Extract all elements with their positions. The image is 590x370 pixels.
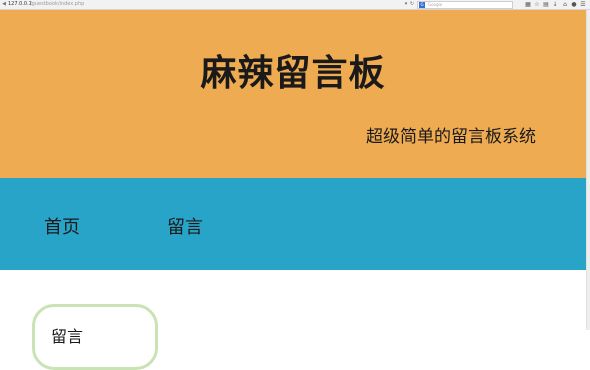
- page: 麻辣留言板 超级简单的留言板系统 首页 留言 留言: [0, 10, 586, 370]
- reader-icon[interactable]: ▦: [525, 1, 531, 8]
- bookmark-star-icon[interactable]: ☆: [534, 1, 540, 8]
- back-icon[interactable]: ◀: [1, 1, 7, 8]
- main-nav: 首页 留言: [0, 178, 586, 270]
- message-card-text: 留言: [51, 327, 84, 346]
- search-engine-icon[interactable]: G: [419, 2, 425, 8]
- vertical-scrollbar[interactable]: [586, 10, 590, 330]
- library-icon[interactable]: ▤: [543, 1, 549, 8]
- site-title: 麻辣留言板: [200, 53, 386, 94]
- reload-icon[interactable]: ↻: [409, 1, 415, 8]
- nav-item-home[interactable]: 首页: [44, 213, 80, 239]
- message-card[interactable]: 留言: [32, 304, 158, 370]
- site-header: 麻辣留言板 超级简单的留言板系统: [0, 10, 586, 178]
- menu-icon[interactable]: ☰: [580, 1, 586, 8]
- search-placeholder: Google: [428, 2, 443, 7]
- site-subtitle: 超级简单的留言板系统: [366, 127, 536, 147]
- url-path[interactable]: /guestbook/index.php: [30, 1, 84, 8]
- search-input[interactable]: G Google: [417, 1, 513, 9]
- browser-toolbar: ◀ 127.0.0.1 /guestbook/index.php ▾ ↻ G G…: [0, 0, 590, 10]
- url-host[interactable]: 127.0.0.1: [8, 1, 32, 8]
- extensions-icon[interactable]: ●: [571, 1, 577, 8]
- nav-item-message[interactable]: 留言: [167, 213, 203, 239]
- home-icon[interactable]: ⌂: [562, 1, 568, 8]
- download-icon[interactable]: ↓: [552, 1, 558, 8]
- main-content: 留言: [0, 270, 586, 370]
